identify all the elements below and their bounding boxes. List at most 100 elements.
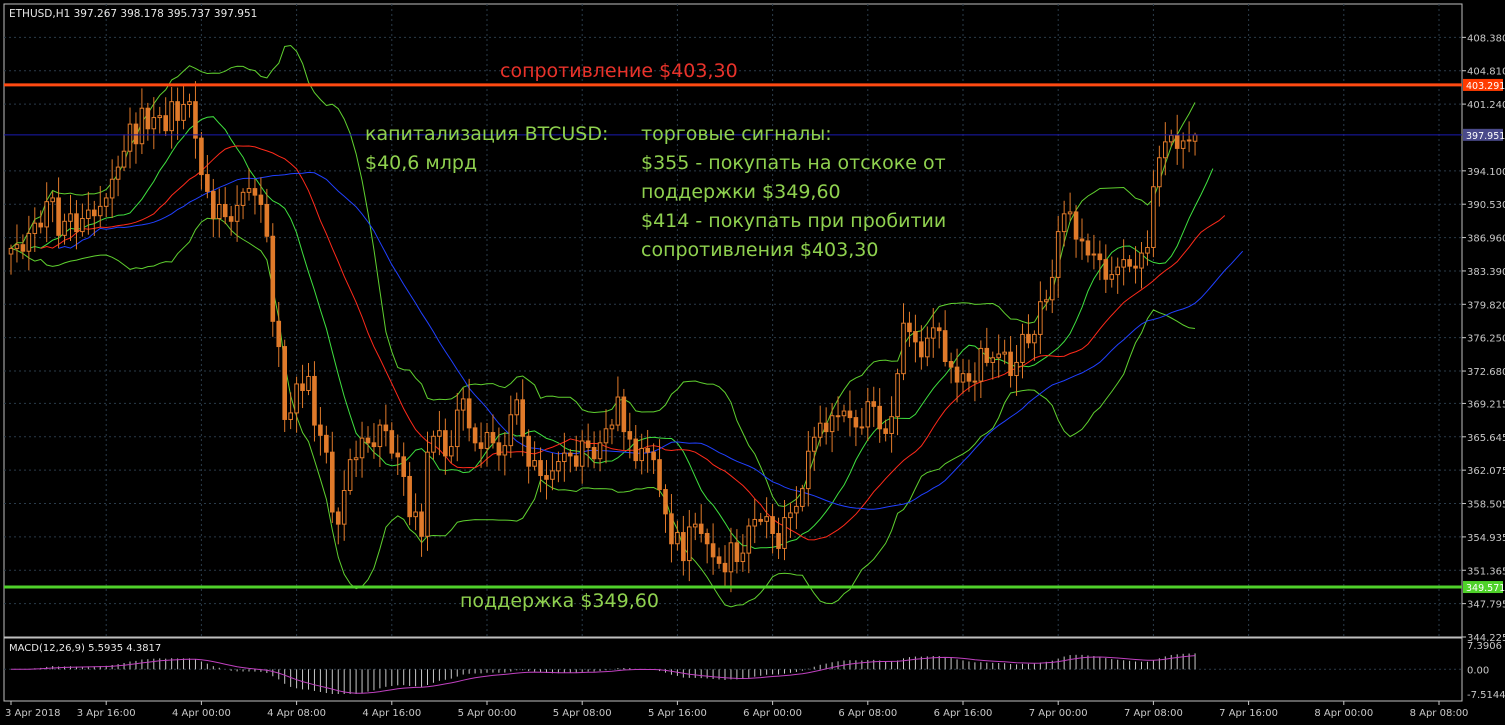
- candle-body: [526, 435, 531, 467]
- candle-body: [205, 174, 210, 192]
- candle-body: [1044, 299, 1049, 303]
- candle-body: [1002, 351, 1007, 355]
- candle-body: [1157, 157, 1162, 188]
- candle-body: [1115, 266, 1121, 276]
- y-tick-label: 362.075: [1467, 466, 1505, 477]
- candle-body: [704, 532, 710, 545]
- x-tick-label: 7 Apr 00:00: [1029, 708, 1088, 719]
- candle-body: [871, 401, 877, 407]
- candle-body: [716, 556, 722, 564]
- signal-line: $414 - покупать при пробитии: [641, 210, 947, 232]
- candle-body: [698, 523, 704, 534]
- price-label-text: 397.951: [1466, 131, 1505, 142]
- candle-body: [978, 347, 984, 382]
- candle-body: [222, 203, 228, 218]
- candle-body: [44, 201, 50, 228]
- candle-body: [687, 526, 692, 562]
- candle-body: [92, 209, 97, 217]
- candle-body: [431, 435, 436, 453]
- x-tick-label: 3 Apr 2018: [5, 708, 60, 719]
- candle-body: [865, 401, 871, 428]
- candle-body: [181, 103, 186, 121]
- candle-body: [883, 428, 888, 434]
- candle-body: [1186, 139, 1192, 142]
- candle-body: [621, 396, 627, 433]
- candle-body: [681, 532, 686, 562]
- price-label-text: 349.571: [1466, 583, 1505, 594]
- candle-body: [663, 489, 668, 515]
- candle-body: [520, 399, 526, 437]
- candle-body: [603, 428, 609, 444]
- candle-body: [835, 415, 841, 418]
- candle-body: [573, 455, 579, 467]
- macd-label: MACD(12,26,9) 5.5935 4.3817: [9, 643, 161, 654]
- candle-body: [443, 430, 448, 457]
- y-tick-label: 408.380: [1467, 33, 1505, 44]
- candle-body: [1038, 301, 1043, 335]
- macd-tick-label: 7.3906: [1467, 641, 1502, 652]
- candle-body: [996, 353, 1002, 359]
- candle-body: [300, 383, 305, 391]
- candle-body: [371, 442, 377, 448]
- x-tick-label: 4 Apr 16:00: [362, 708, 421, 719]
- candle-body: [913, 331, 918, 343]
- candle-body: [276, 320, 282, 348]
- candle-body: [722, 562, 728, 573]
- y-tick-label: 376.250: [1467, 334, 1505, 345]
- candle-body: [1121, 259, 1126, 268]
- candle-body: [984, 347, 990, 363]
- candle-body: [657, 459, 662, 491]
- candle-body: [954, 366, 960, 383]
- candle-body: [97, 205, 103, 217]
- candle-body: [1180, 140, 1186, 149]
- candle-body: [50, 197, 55, 203]
- candle-body: [246, 188, 252, 193]
- x-tick-label: 8 Apr 08:00: [1410, 708, 1469, 719]
- x-tick-label: 5 Apr 00:00: [458, 708, 517, 719]
- resistance-annotation: сопротивление $403,30: [500, 60, 738, 82]
- candle-body: [930, 327, 936, 339]
- candle-body: [86, 209, 91, 220]
- candle-body: [776, 532, 781, 549]
- candle-body: [425, 451, 430, 537]
- candle-body: [127, 123, 133, 152]
- candle-body: [454, 409, 460, 448]
- candle-body: [20, 244, 26, 252]
- candle-body: [14, 244, 20, 249]
- x-tick-label: 4 Apr 08:00: [267, 708, 326, 719]
- candle-body: [764, 516, 769, 522]
- candle-body: [1026, 333, 1031, 344]
- candle-body: [829, 415, 835, 433]
- y-tick-label: 390.530: [1467, 200, 1505, 211]
- candle-body: [609, 424, 615, 430]
- candle-body: [1049, 276, 1055, 301]
- candle-body: [460, 398, 466, 411]
- y-tick-label: 369.215: [1467, 399, 1505, 410]
- x-tick-label: 3 Apr 16:00: [77, 708, 136, 719]
- trading-signals: торговые сигналы: $355 - покупать на отс…: [641, 120, 946, 265]
- candle-body: [692, 523, 698, 528]
- candle-body: [817, 422, 823, 438]
- candle-body: [990, 357, 996, 363]
- candle-body: [811, 436, 817, 452]
- y-tick-label: 365.645: [1467, 433, 1505, 444]
- x-tick-label: 6 Apr 00:00: [743, 708, 802, 719]
- y-tick-label: 401.240: [1467, 100, 1505, 111]
- candle-body: [1103, 259, 1109, 280]
- candle-body: [675, 532, 680, 545]
- candle-body: [1168, 134, 1174, 143]
- candle-body: [341, 489, 347, 525]
- candle-body: [1032, 333, 1037, 344]
- candle-body: [478, 442, 484, 449]
- candle-body: [508, 414, 514, 447]
- candle-body: [966, 373, 972, 382]
- candle-body: [258, 194, 264, 205]
- y-tick-label: 347.795: [1467, 600, 1505, 611]
- candle-body: [312, 375, 317, 426]
- candle-body: [782, 517, 787, 549]
- candle-body: [145, 107, 151, 130]
- candle-body: [847, 410, 853, 419]
- candle-body: [579, 440, 585, 467]
- candle-body: [550, 470, 555, 480]
- candle-body: [187, 101, 192, 105]
